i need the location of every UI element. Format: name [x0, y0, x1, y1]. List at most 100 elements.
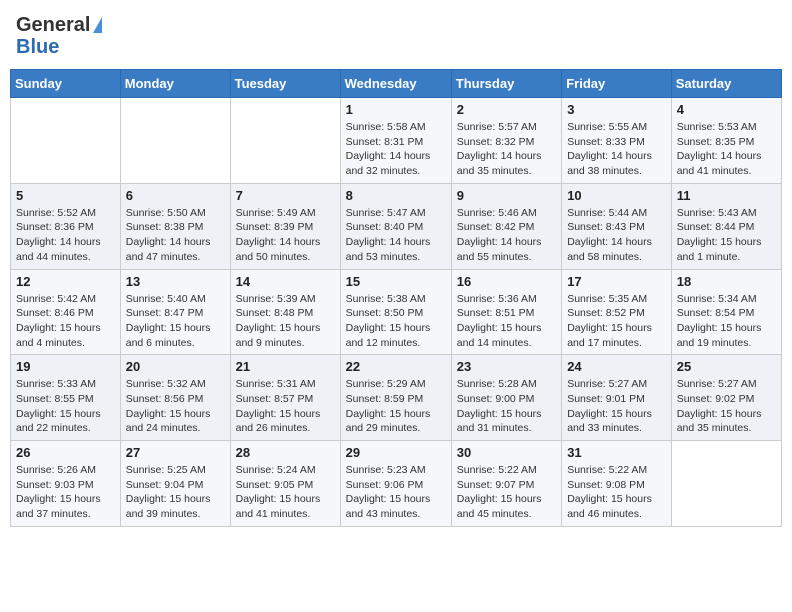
calendar-cell: 1 Sunrise: 5:58 AMSunset: 8:31 PMDaylight… — [340, 98, 451, 184]
day-info: Sunrise: 5:24 AMSunset: 9:05 PMDaylight:… — [236, 463, 335, 522]
day-info: Sunrise: 5:50 AMSunset: 8:38 PMDaylight:… — [126, 206, 225, 265]
day-info: Sunrise: 5:34 AMSunset: 8:54 PMDaylight:… — [677, 292, 776, 351]
day-info: Sunrise: 5:31 AMSunset: 8:57 PMDaylight:… — [236, 377, 335, 436]
day-info: Sunrise: 5:23 AMSunset: 9:06 PMDaylight:… — [346, 463, 446, 522]
calendar-cell: 13Sunrise: 5:40 AMSunset: 8:47 PMDayligh… — [120, 269, 230, 355]
day-number: 1 — [346, 102, 446, 117]
calendar-cell: 27Sunrise: 5:25 AMSunset: 9:04 PMDayligh… — [120, 441, 230, 527]
day-info: Sunrise: 5:25 AMSunset: 9:04 PMDaylight:… — [126, 463, 225, 522]
day-number: 7 — [236, 188, 335, 203]
calendar-cell — [120, 98, 230, 184]
logo-triangle-icon — [93, 17, 102, 33]
calendar-week-row: 5 Sunrise: 5:52 AMSunset: 8:36 PMDaylight… — [11, 183, 782, 269]
day-number: 16 — [457, 274, 556, 289]
day-number: 18 — [677, 274, 776, 289]
day-info: Sunrise: 5:22 AMSunset: 9:07 PMDaylight:… — [457, 463, 556, 522]
calendar-cell: 26Sunrise: 5:26 AMSunset: 9:03 PMDayligh… — [11, 441, 121, 527]
day-info: Sunrise: 5:53 AMSunset: 8:35 PMDaylight:… — [677, 120, 776, 179]
day-info: Sunrise: 5:46 AMSunset: 8:42 PMDaylight:… — [457, 206, 556, 265]
header-day-tuesday: Tuesday — [230, 70, 340, 98]
calendar-week-row: 26Sunrise: 5:26 AMSunset: 9:03 PMDayligh… — [11, 441, 782, 527]
calendar-cell: 30 Sunrise: 5:22 AMSunset: 9:07 PMDayligh… — [451, 441, 561, 527]
calendar-cell: 14 Sunrise: 5:39 AMSunset: 8:48 PMDayligh… — [230, 269, 340, 355]
calendar-week-row: 19Sunrise: 5:33 AMSunset: 8:55 PMDayligh… — [11, 355, 782, 441]
day-number: 31 — [567, 445, 666, 460]
header-day-sunday: Sunday — [11, 70, 121, 98]
calendar-cell: 31 Sunrise: 5:22 AMSunset: 9:08 PMDayligh… — [562, 441, 672, 527]
day-number: 14 — [236, 274, 335, 289]
calendar-cell: 25 Sunrise: 5:27 AMSunset: 9:02 PMDayligh… — [671, 355, 781, 441]
calendar-cell — [671, 441, 781, 527]
header-row: SundayMondayTuesdayWednesdayThursdayFrid… — [11, 70, 782, 98]
calendar-cell: 7 Sunrise: 5:49 AMSunset: 8:39 PMDaylight… — [230, 183, 340, 269]
day-number: 17 — [567, 274, 666, 289]
day-number: 22 — [346, 359, 446, 374]
day-info: Sunrise: 5:47 AMSunset: 8:40 PMDaylight:… — [346, 206, 446, 265]
day-number: 10 — [567, 188, 666, 203]
day-number: 6 — [126, 188, 225, 203]
calendar-cell: 9 Sunrise: 5:46 AMSunset: 8:42 PMDaylight… — [451, 183, 561, 269]
day-number: 9 — [457, 188, 556, 203]
calendar-cell: 4 Sunrise: 5:53 AMSunset: 8:35 PMDaylight… — [671, 98, 781, 184]
logo-blue-text: Blue — [16, 37, 59, 57]
day-info: Sunrise: 5:35 AMSunset: 8:52 PMDaylight:… — [567, 292, 666, 351]
header-day-thursday: Thursday — [451, 70, 561, 98]
calendar-cell: 10 Sunrise: 5:44 AMSunset: 8:43 PMDayligh… — [562, 183, 672, 269]
calendar-cell: 24 Sunrise: 5:27 AMSunset: 9:01 PMDayligh… — [562, 355, 672, 441]
day-info: Sunrise: 5:32 AMSunset: 8:56 PMDaylight:… — [126, 377, 225, 436]
day-number: 21 — [236, 359, 335, 374]
day-info: Sunrise: 5:27 AMSunset: 9:02 PMDaylight:… — [677, 377, 776, 436]
day-info: Sunrise: 5:44 AMSunset: 8:43 PMDaylight:… — [567, 206, 666, 265]
day-info: Sunrise: 5:49 AMSunset: 8:39 PMDaylight:… — [236, 206, 335, 265]
day-number: 25 — [677, 359, 776, 374]
day-number: 15 — [346, 274, 446, 289]
calendar-cell: 18 Sunrise: 5:34 AMSunset: 8:54 PMDayligh… — [671, 269, 781, 355]
day-number: 20 — [126, 359, 225, 374]
page-header: General Blue — [10, 10, 782, 61]
day-number: 11 — [677, 188, 776, 203]
calendar-cell — [11, 98, 121, 184]
calendar-cell: 5 Sunrise: 5:52 AMSunset: 8:36 PMDaylight… — [11, 183, 121, 269]
calendar-week-row: 1 Sunrise: 5:58 AMSunset: 8:31 PMDaylight… — [11, 98, 782, 184]
day-info: Sunrise: 5:36 AMSunset: 8:51 PMDaylight:… — [457, 292, 556, 351]
calendar-cell: 15 Sunrise: 5:38 AMSunset: 8:50 PMDayligh… — [340, 269, 451, 355]
day-number: 2 — [457, 102, 556, 117]
calendar-cell: 28 Sunrise: 5:24 AMSunset: 9:05 PMDayligh… — [230, 441, 340, 527]
calendar-cell: 22 Sunrise: 5:29 AMSunset: 8:59 PMDayligh… — [340, 355, 451, 441]
calendar-cell: 8 Sunrise: 5:47 AMSunset: 8:40 PMDaylight… — [340, 183, 451, 269]
calendar-cell: 6 Sunrise: 5:50 AMSunset: 8:38 PMDaylight… — [120, 183, 230, 269]
day-info: Sunrise: 5:22 AMSunset: 9:08 PMDaylight:… — [567, 463, 666, 522]
calendar-cell: 11 Sunrise: 5:43 AMSunset: 8:44 PMDayligh… — [671, 183, 781, 269]
day-info: Sunrise: 5:27 AMSunset: 9:01 PMDaylight:… — [567, 377, 666, 436]
logo-general-text: General — [16, 14, 90, 37]
day-number: 29 — [346, 445, 446, 460]
calendar-cell: 20 Sunrise: 5:32 AMSunset: 8:56 PMDayligh… — [120, 355, 230, 441]
calendar-cell: 12Sunrise: 5:42 AMSunset: 8:46 PMDayligh… — [11, 269, 121, 355]
day-number: 30 — [457, 445, 556, 460]
day-number: 5 — [16, 188, 115, 203]
day-info: Sunrise: 5:43 AMSunset: 8:44 PMDaylight:… — [677, 206, 776, 265]
day-number: 4 — [677, 102, 776, 117]
day-info: Sunrise: 5:39 AMSunset: 8:48 PMDaylight:… — [236, 292, 335, 351]
header-day-wednesday: Wednesday — [340, 70, 451, 98]
day-info: Sunrise: 5:58 AMSunset: 8:31 PMDaylight:… — [346, 120, 446, 179]
day-number: 28 — [236, 445, 335, 460]
day-number: 8 — [346, 188, 446, 203]
calendar-cell: 21 Sunrise: 5:31 AMSunset: 8:57 PMDayligh… — [230, 355, 340, 441]
day-info: Sunrise: 5:57 AMSunset: 8:32 PMDaylight:… — [457, 120, 556, 179]
day-info: Sunrise: 5:38 AMSunset: 8:50 PMDaylight:… — [346, 292, 446, 351]
day-number: 13 — [126, 274, 225, 289]
calendar-cell: 19Sunrise: 5:33 AMSunset: 8:55 PMDayligh… — [11, 355, 121, 441]
header-day-monday: Monday — [120, 70, 230, 98]
day-number: 24 — [567, 359, 666, 374]
calendar-cell: 3Sunrise: 5:55 AMSunset: 8:33 PMDaylight… — [562, 98, 672, 184]
calendar-cell: 2 Sunrise: 5:57 AMSunset: 8:32 PMDaylight… — [451, 98, 561, 184]
calendar-cell: 29 Sunrise: 5:23 AMSunset: 9:06 PMDayligh… — [340, 441, 451, 527]
day-info: Sunrise: 5:52 AMSunset: 8:36 PMDaylight:… — [16, 206, 115, 265]
header-day-friday: Friday — [562, 70, 672, 98]
day-number: 12 — [16, 274, 115, 289]
header-day-saturday: Saturday — [671, 70, 781, 98]
day-info: Sunrise: 5:28 AMSunset: 9:00 PMDaylight:… — [457, 377, 556, 436]
day-info: Sunrise: 5:29 AMSunset: 8:59 PMDaylight:… — [346, 377, 446, 436]
day-info: Sunrise: 5:26 AMSunset: 9:03 PMDaylight:… — [16, 463, 115, 522]
